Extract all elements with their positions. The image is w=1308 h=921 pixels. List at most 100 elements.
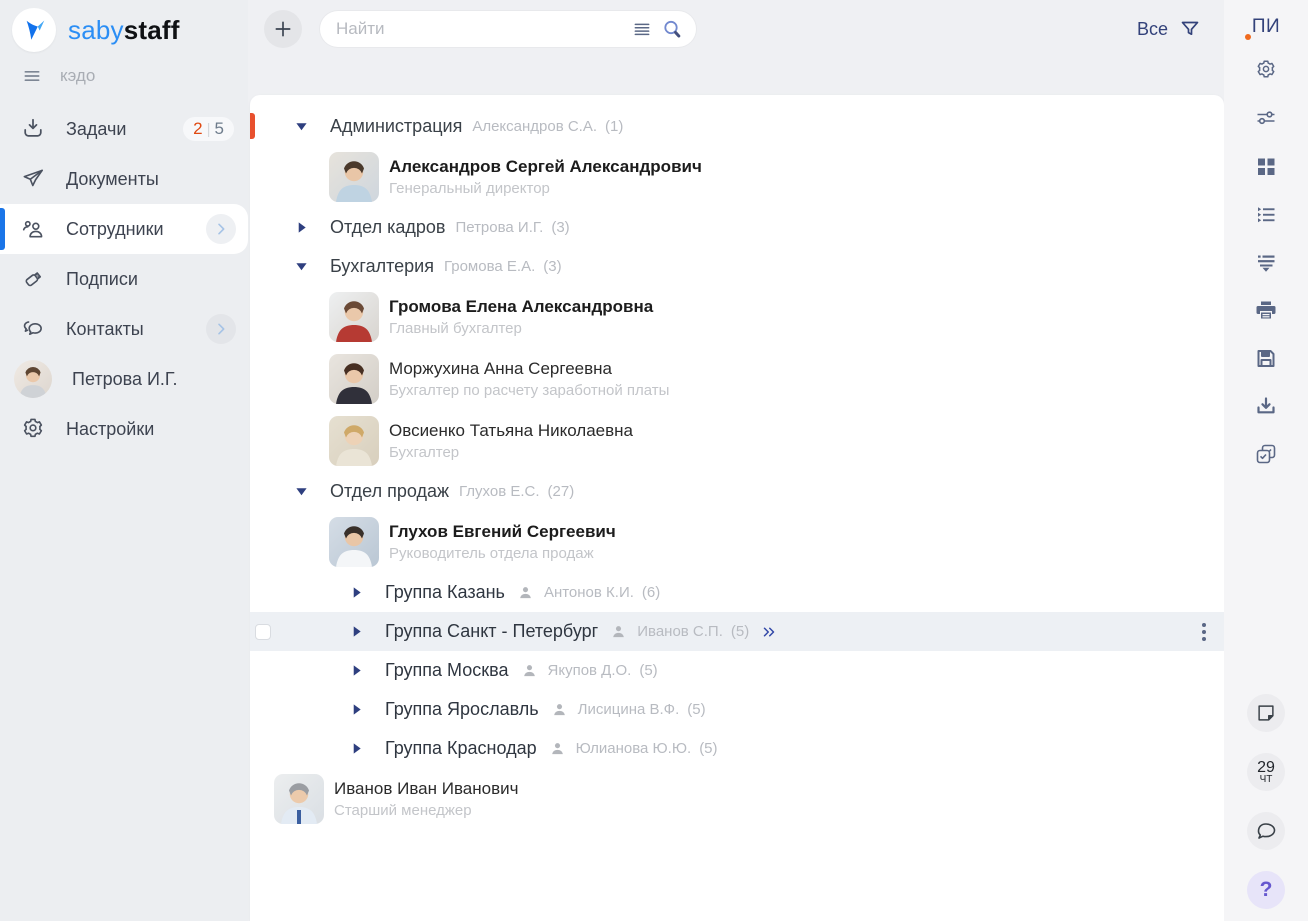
employee-photo[interactable]	[274, 774, 324, 824]
group-name[interactable]: Группа Ярославль	[385, 699, 539, 720]
sidebar-item-inbox[interactable]: Задачи2|5	[0, 104, 248, 154]
tree-row-department[interactable]: БухгалтерияГромова Е.А.(3)	[250, 247, 1224, 286]
group-name[interactable]: Группа Москва	[385, 660, 509, 681]
help-button[interactable]: ?	[1247, 871, 1285, 909]
group-count: (5)	[699, 740, 717, 757]
sidebar-item-gear[interactable]: Настройки	[0, 404, 248, 454]
calendar-button[interactable]: 29чт	[1247, 753, 1285, 791]
tree-row-employee[interactable]: Овсиенко Татьяна НиколаевнаБухгалтер	[250, 410, 1224, 472]
kebab-menu-icon[interactable]	[1202, 623, 1206, 641]
usb-icon	[20, 266, 46, 292]
collapse-triangle-icon[interactable]	[295, 120, 308, 133]
search-input[interactable]	[336, 19, 624, 39]
save-icon[interactable]	[1254, 346, 1278, 370]
active-marker	[250, 113, 255, 139]
employee-name[interactable]: Овсиенко Татьяна Николаевна	[389, 421, 633, 441]
employee-name[interactable]: Моржухина Анна Сергеевна	[389, 359, 669, 379]
employee-role: Генеральный директор	[389, 180, 702, 197]
tree-row-department[interactable]: АдминистрацияАлександров С.А.(1)	[250, 107, 1224, 146]
sidebar-item-label: Контакты	[66, 319, 144, 340]
sliders-icon[interactable]	[1254, 106, 1278, 130]
group-name[interactable]: Группа Краснодар	[385, 738, 537, 759]
gear-icon[interactable]	[1254, 58, 1278, 82]
group-manager: Юлианова Ю.Ю.	[576, 740, 692, 757]
funnel-icon[interactable]	[1178, 17, 1202, 41]
app-logo[interactable]: sabystaff	[0, 0, 248, 56]
expand-triangle-icon[interactable]	[350, 703, 363, 716]
employee-photo[interactable]	[329, 152, 379, 202]
grid-view-icon[interactable]	[1254, 154, 1278, 178]
expand-triangle-icon[interactable]	[350, 586, 363, 599]
department-name[interactable]: Администрация	[330, 116, 462, 137]
rail-bottom-icons: 29чт?	[1247, 694, 1285, 921]
expand-triangle-icon[interactable]	[350, 664, 363, 677]
department-name[interactable]: Отдел кадров	[330, 217, 445, 238]
chats-icon	[20, 316, 46, 342]
employee-name[interactable]: Громова Елена Александровна	[389, 297, 653, 317]
magnifier-icon[interactable]	[660, 17, 684, 41]
download-icon[interactable]	[1254, 394, 1278, 418]
chevron-right-icon[interactable]	[206, 214, 236, 244]
sidebar-item-avatar[interactable]: Петрова И.Г.	[0, 354, 248, 404]
tree-row-group[interactable]: Группа Санкт - ПетербургИванов С.П.(5)	[250, 612, 1224, 651]
collapse-triangle-icon[interactable]	[295, 485, 308, 498]
tree-row-employee[interactable]: Александров Сергей Александрович Генераль…	[250, 146, 1224, 208]
search-options-icon[interactable]	[632, 19, 652, 39]
add-button[interactable]	[264, 10, 302, 48]
chevron-right-icon[interactable]	[206, 314, 236, 344]
employee-photo[interactable]	[329, 416, 379, 466]
note-icon[interactable]	[1247, 694, 1285, 732]
user-initials-badge[interactable]: ПИ	[1252, 16, 1280, 44]
department-manager: Глухов Е.С.	[459, 483, 540, 500]
accordion-kedo[interactable]: кэдо	[0, 56, 248, 96]
tree-list-icon[interactable]	[1254, 202, 1278, 226]
tree-row-group[interactable]: Группа КазаньАнтонов К.И.(6)	[250, 573, 1224, 612]
employee-photo[interactable]	[329, 354, 379, 404]
sidebar-item-chats[interactable]: Контакты	[0, 304, 248, 354]
tree-row-employee[interactable]: Глухов Евгений СергеевичРуководитель отд…	[250, 511, 1224, 573]
people-icon	[20, 216, 46, 242]
department-name[interactable]: Бухгалтерия	[330, 256, 434, 277]
expand-triangle-icon[interactable]	[350, 742, 363, 755]
person-icon	[610, 623, 627, 640]
sidebar-item-paper-plane[interactable]: Документы	[0, 154, 248, 204]
tree-row-group[interactable]: Группа ЯрославльЛисицина В.Ф.(5)	[250, 690, 1224, 729]
multiselect-icon[interactable]	[1254, 442, 1278, 466]
toolbar: Все	[248, 0, 1224, 58]
tree-row-employee[interactable]: Моржухина Анна СергеевнаБухгалтер по рас…	[250, 348, 1224, 410]
sidebar-item-usb[interactable]: Подписи	[0, 254, 248, 304]
department-count: (1)	[605, 118, 623, 135]
department-name[interactable]: Отдел продаж	[330, 481, 449, 502]
group-count: (5)	[687, 701, 705, 718]
employee-role: Главный бухгалтер	[389, 320, 653, 337]
employee-name[interactable]: Глухов Евгений Сергеевич	[389, 522, 616, 542]
employee-photo[interactable]	[329, 292, 379, 342]
group-name[interactable]: Группа Санкт - Петербург	[385, 621, 598, 642]
employee-name[interactable]: Александров Сергей Александрович	[389, 157, 702, 177]
sidebar-item-people[interactable]: Сотрудники	[0, 204, 248, 254]
tree-row-group[interactable]: Группа Краснодар Юлианова Ю.Ю. (5)	[250, 729, 1224, 768]
person-icon	[549, 740, 566, 757]
collapse-triangle-icon[interactable]	[295, 260, 308, 273]
filter-all-label[interactable]: Все	[1137, 19, 1168, 40]
collapse-list-icon[interactable]	[1254, 250, 1278, 274]
tree-row-group[interactable]: Группа МоскваЯкупов Д.О.(5)	[250, 651, 1224, 690]
search-bar[interactable]	[320, 11, 696, 47]
expand-triangle-icon[interactable]	[295, 221, 308, 234]
printer-icon[interactable]	[1254, 298, 1278, 322]
employee-photo[interactable]	[329, 517, 379, 567]
inbox-icon	[20, 116, 46, 142]
tree-row-employee[interactable]: Громова Елена Александровна Главный бухга…	[250, 286, 1224, 348]
tree-row-employee[interactable]: Иванов Иван ИвановичСтарший менеджер	[250, 768, 1224, 830]
open-group-icon[interactable]	[759, 623, 779, 641]
sidebar-item-label: Петрова И.Г.	[72, 369, 177, 390]
rail-top-icons	[1254, 58, 1278, 466]
tree-row-department[interactable]: Отдел продажГлухов Е.С.(27)	[250, 472, 1224, 511]
group-name[interactable]: Группа Казань	[385, 582, 505, 603]
tree-row-department[interactable]: Отдел кадровПетрова И.Г.(3)	[250, 208, 1224, 247]
employee-name[interactable]: Иванов Иван Иванович	[334, 779, 518, 799]
expand-triangle-icon[interactable]	[350, 625, 363, 638]
row-checkbox[interactable]	[255, 624, 271, 640]
calendar-day: 29	[1257, 760, 1275, 775]
chat-bubble-icon[interactable]	[1247, 812, 1285, 850]
